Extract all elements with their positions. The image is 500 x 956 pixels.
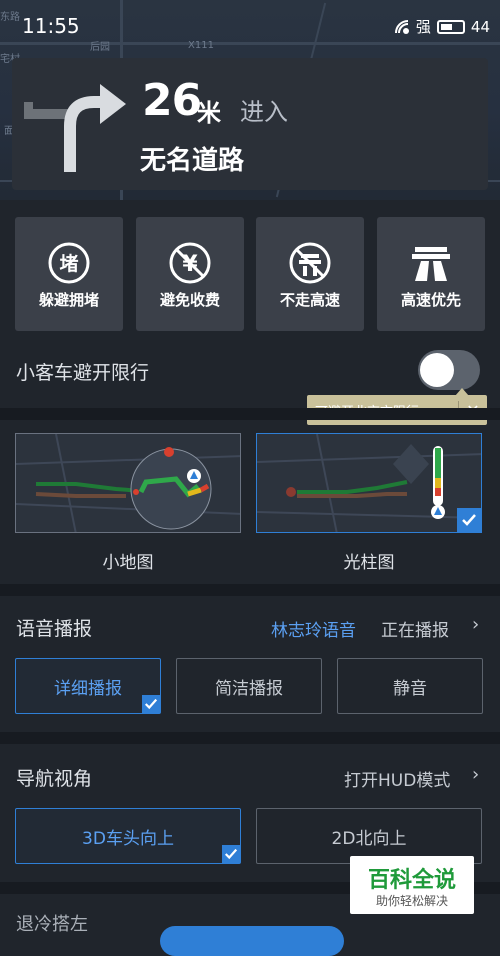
nav-road-name: 无名道路 (140, 146, 245, 176)
turn-right-arrow-icon (24, 84, 126, 172)
status-indicators: 强 44 (394, 16, 490, 37)
nav-distance: 26 (142, 75, 202, 126)
highway-first-icon (412, 247, 450, 281)
no-highway-icon (289, 242, 331, 284)
section-divider (0, 732, 500, 744)
next-section-title: 退冷搭左 (16, 914, 88, 935)
voice-mode-concise[interactable]: 简洁播报 (176, 658, 322, 714)
signal-icon (394, 19, 409, 34)
signal-strength: 强 (415, 18, 431, 36)
option-avoid-toll[interactable]: ¥ 避免收费 (136, 217, 244, 331)
nav-action: 进入 (240, 98, 288, 126)
map-label: X111 (188, 40, 214, 51)
map-label: 东路 (0, 12, 20, 23)
voice-mode-label: 简洁播报 (215, 678, 283, 699)
map-style-light-bar[interactable] (256, 433, 482, 533)
option-highway-first[interactable]: 高速优先 (377, 217, 485, 331)
voice-mode-detailed[interactable]: 详细播报 (15, 658, 161, 714)
bottom-action-button[interactable] (160, 926, 344, 956)
hud-mode-link[interactable]: 打开HUD模式 (344, 766, 450, 791)
view-mode-label: 2D北向上 (331, 828, 407, 849)
voice-section-title: 语音播报 (16, 618, 93, 640)
watermark-subtitle: 助你轻松解决 (375, 894, 448, 908)
selected-check-icon (222, 845, 240, 863)
toggle-knob (420, 353, 454, 387)
map-style-mini-map[interactable] (15, 433, 241, 533)
option-avoid-congestion[interactable]: 堵 躲避拥堵 (15, 217, 123, 331)
view-section-title: 导航视角 (16, 768, 93, 790)
view-mode-3d[interactable]: 3D车头向上 (15, 808, 241, 864)
battery-icon (436, 19, 465, 34)
light-bar-label: 光柱图 (343, 553, 395, 573)
selected-check-icon (142, 695, 160, 713)
option-no-highway[interactable]: 不走高速 (256, 217, 364, 331)
option-label: 高速优先 (400, 291, 461, 309)
section-divider (0, 584, 500, 596)
watermark-title: 百科全说 (367, 868, 456, 893)
battery-level: 44 (470, 17, 490, 36)
option-label: 躲避拥堵 (38, 291, 99, 309)
nav-distance-unit: 米 (197, 99, 221, 127)
voice-status[interactable]: 正在播报 (381, 616, 449, 641)
status-time: 11:55 (22, 14, 80, 38)
light-bar-preview (257, 434, 481, 532)
voice-mode-label: 静音 (393, 678, 427, 699)
congestion-avoid-icon: 堵 (48, 242, 90, 284)
voice-mode-mute[interactable]: 静音 (337, 658, 483, 714)
voice-name-link[interactable]: 林志玲语音 (271, 616, 356, 641)
option-label: 避免收费 (159, 291, 220, 309)
mini-map-label: 小地图 (102, 553, 154, 573)
section-divider (0, 408, 500, 420)
restriction-toggle[interactable] (418, 350, 480, 390)
watermark-logo: 百科全说 助你轻松解决 (350, 856, 474, 914)
chevron-right-icon[interactable]: › (472, 764, 479, 785)
view-mode-label: 3D车头向上 (82, 828, 174, 849)
restriction-label: 小客车避开限行 (16, 362, 150, 384)
map-road (0, 42, 500, 45)
option-label: 不走高速 (279, 291, 340, 309)
congestion-glyph: 堵 (59, 252, 78, 275)
mini-map-preview (16, 434, 240, 532)
selected-check-icon (457, 508, 481, 532)
voice-mode-label: 详细播报 (54, 678, 122, 699)
map-label: 后园 (90, 42, 110, 53)
chevron-right-icon[interactable]: › (472, 614, 479, 635)
no-toll-icon: ¥ (169, 242, 211, 284)
